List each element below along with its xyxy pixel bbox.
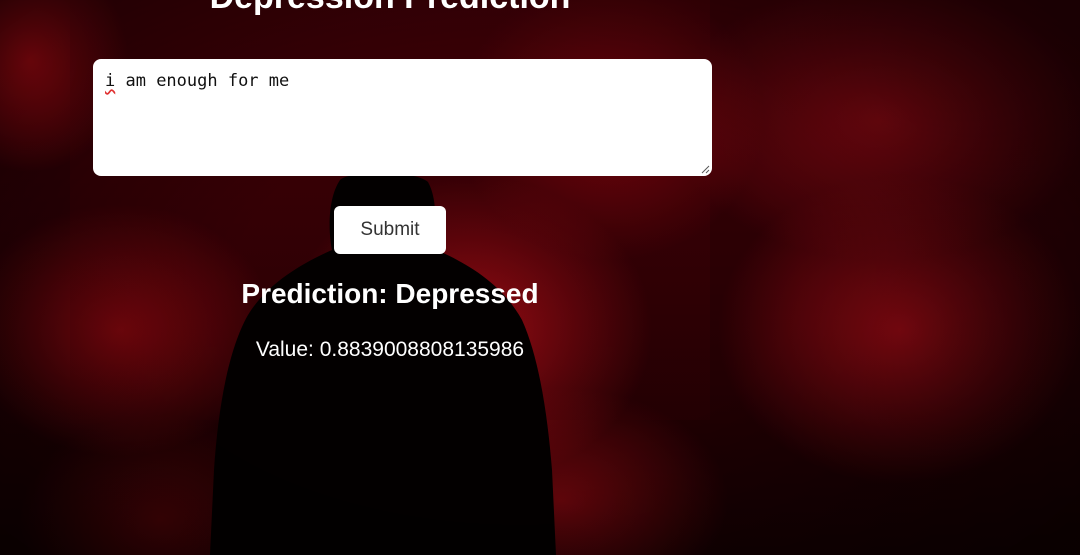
prediction-value: Depressed [395,278,539,309]
prediction-score: Value: 0.8839008808135986 [70,338,710,362]
value-number: 0.8839008808135986 [319,338,525,361]
text-input-area[interactable]: i am enough for me [93,59,712,176]
input-text-rest: am enough for me [115,71,290,91]
input-text: i am enough for me [105,71,289,91]
submit-button[interactable]: Submit [334,206,446,254]
page: Depression Prediction i am enough for me… [0,0,1080,555]
prediction-label: Prediction: [241,278,388,309]
value-label: Value: [255,338,314,361]
resize-grip-icon[interactable] [701,165,710,174]
misspelled-word: i [105,71,116,91]
page-title: Depression Prediction [70,0,710,17]
prediction-form-container: Depression Prediction i am enough for me… [70,0,712,555]
prediction-result: Prediction: Depressed [70,278,710,310]
